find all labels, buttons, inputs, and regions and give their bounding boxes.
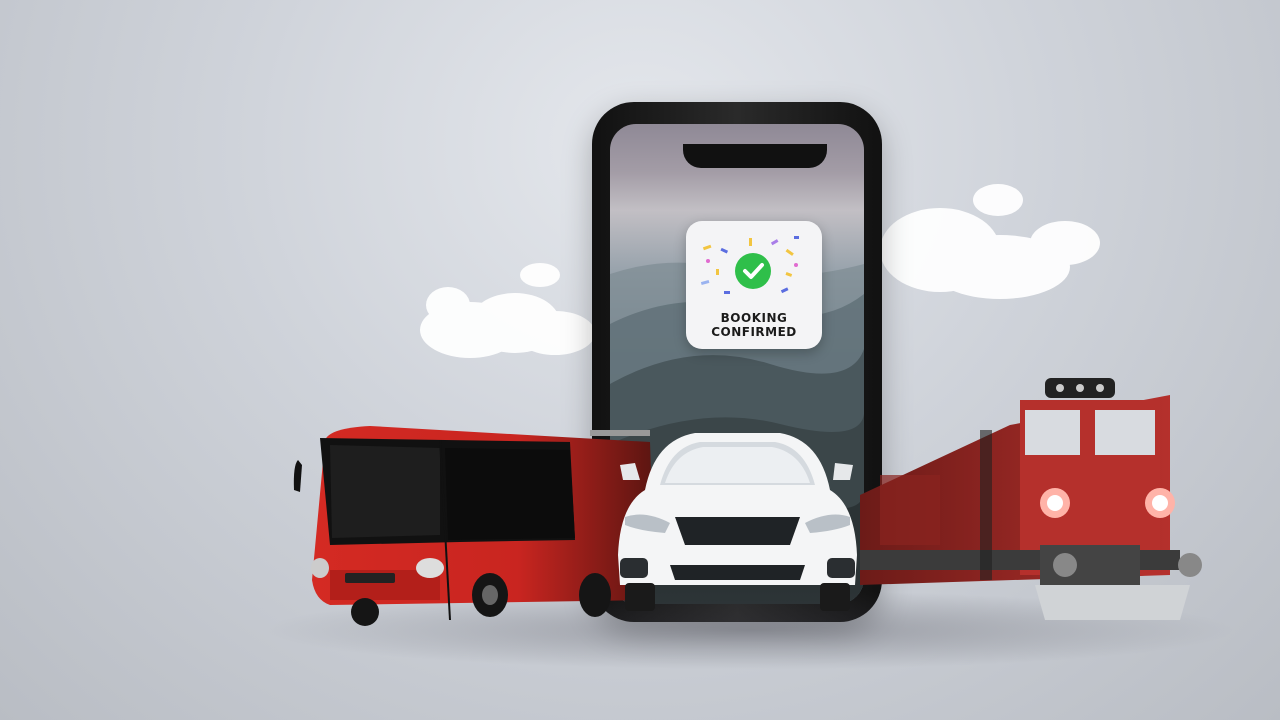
cloud-right bbox=[880, 184, 1100, 299]
bus-image bbox=[293, 426, 655, 626]
badge-line-1: BOOKING bbox=[720, 311, 788, 325]
cloud-left bbox=[420, 263, 595, 358]
check-circle-icon bbox=[735, 253, 771, 289]
train-image bbox=[860, 378, 1202, 620]
badge-line-2: CONFIRMED bbox=[711, 325, 797, 339]
car-image bbox=[618, 433, 857, 611]
booking-confirmed-badge: BOOKING CONFIRMED bbox=[686, 221, 822, 349]
hero-scene: BOOKING CONFIRMED bbox=[0, 0, 1280, 720]
phone-notch bbox=[683, 144, 827, 168]
